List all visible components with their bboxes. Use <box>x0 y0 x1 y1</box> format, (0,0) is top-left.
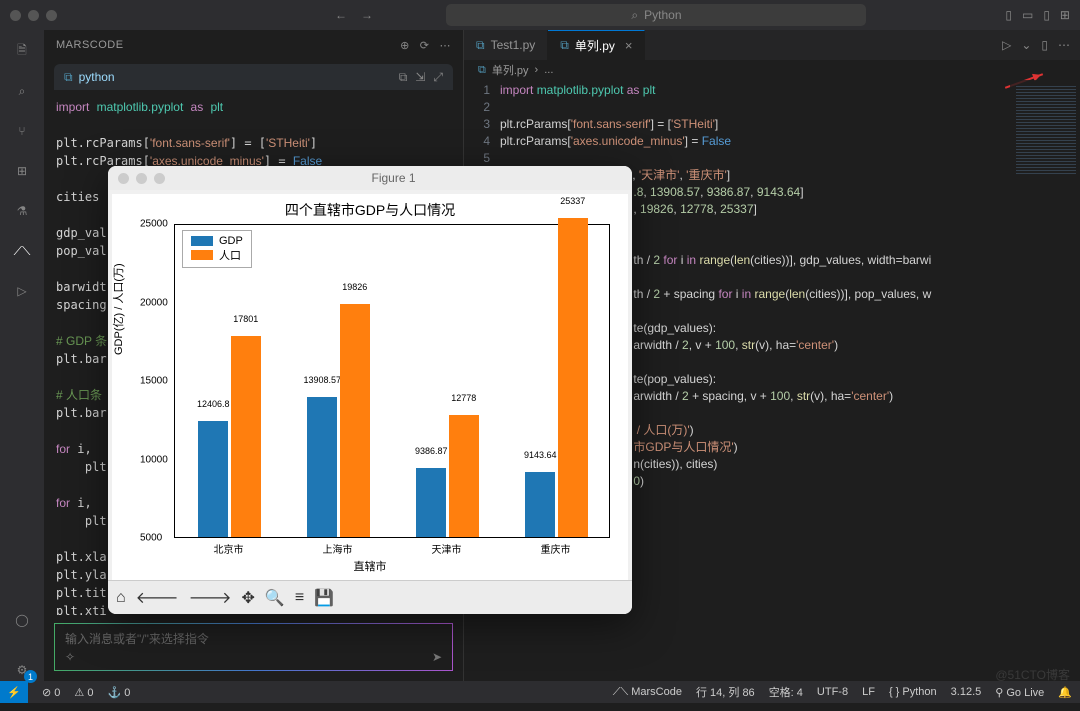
minimap[interactable] <box>1010 80 1080 681</box>
mpl-configure-icon[interactable]: ≡ <box>295 589 304 607</box>
layout-grid-icon[interactable]: ⊞ <box>1060 8 1070 22</box>
status-encoding[interactable]: UTF-8 <box>817 686 848 698</box>
matplotlib-toolbar: ⌂ 🡐 🡒 ✥ 🔍 ≡ 💾 <box>108 580 632 614</box>
x-axis-label: 直辖市 <box>112 558 628 574</box>
status-python[interactable]: 3.12.5 <box>951 686 982 698</box>
insert-icon[interactable]: ⇲ <box>415 70 425 85</box>
status-golive[interactable]: ⚲ Go Live <box>995 686 1044 699</box>
titlebar: ← → ⌕ Python ▯ ▭ ▯ ⊞ <box>0 0 1080 30</box>
python-icon: ⧉ <box>64 70 73 85</box>
add-icon[interactable]: ⊕ <box>400 39 410 52</box>
marscode-header: MARSCODE ⊕ ⟳ ⋯ <box>44 30 463 60</box>
marscode-title: MARSCODE <box>56 39 124 51</box>
status-marscode[interactable]: ⟋⟍ MarsCode <box>613 686 682 699</box>
python-icon: ⧉ <box>560 38 569 53</box>
status-warnings[interactable]: ⚠ 0 <box>74 686 93 699</box>
mpl-home-icon[interactable]: ⌂ <box>116 589 126 607</box>
tab-test1[interactable]: ⧉ Test1.py <box>464 30 548 60</box>
mpl-back-icon[interactable]: 🡐 <box>136 587 179 608</box>
status-cursor[interactable]: 行 14, 列 86 <box>696 684 755 700</box>
source-control-icon[interactable]: ⑂ <box>11 120 33 142</box>
python-icon: ⧉ <box>476 38 485 53</box>
figure-window-controls[interactable] <box>118 173 165 184</box>
more-icon[interactable]: ⋯ <box>440 39 452 52</box>
mpl-zoom-icon[interactable]: 🔍 <box>265 588 285 608</box>
chart-legend: GDP 人口 <box>182 230 252 268</box>
status-eol[interactable]: LF <box>862 686 875 698</box>
testing-icon[interactable]: ⚗ <box>11 200 33 222</box>
activity-bar: 🗎 ⌕ ⑂ ⊞ ⚗ ⟋⟍ ▷ ◯ ⚙ <box>0 30 44 681</box>
refresh-icon[interactable]: ⟳ <box>420 39 430 52</box>
plot-area: 四个直辖市GDP与人口情况 GDP(亿) / 人口(万) 12406.81780… <box>112 194 628 580</box>
account-icon[interactable]: ◯ <box>11 609 33 631</box>
split-icon[interactable]: ▯ <box>1041 38 1048 52</box>
python-tab-label: python <box>79 70 115 84</box>
run-debug-icon[interactable]: ▷ <box>11 280 33 302</box>
crumb-file[interactable]: 单列.py <box>492 62 529 78</box>
chevron-down-icon[interactable]: ⌄ <box>1021 38 1031 52</box>
editor-tabs: ⧉ Test1.py ⧉ 单列.py × ▷ ⌄ ▯ ⋯ <box>464 30 1080 60</box>
window-controls[interactable] <box>10 10 57 21</box>
tab-label: Test1.py <box>491 38 536 52</box>
status-spaces[interactable]: 空格: 4 <box>769 684 803 700</box>
chat-input[interactable]: 输入消息或者"/"来选择指令 ✧ ➤ <box>54 623 453 671</box>
expand-icon[interactable]: ⤢ <box>433 70 443 85</box>
back-icon[interactable]: ← <box>335 8 347 22</box>
command-search[interactable]: ⌕ Python <box>446 4 866 26</box>
chart-axes: 12406.81780113908.57198269386.8712778914… <box>174 224 610 538</box>
run-icon[interactable]: ▷ <box>1002 38 1011 52</box>
status-ports[interactable]: ⚓ 0 <box>107 686 130 699</box>
status-bar: ⚡ ⊘ 0 ⚠ 0 ⚓ 0 ⟋⟍ MarsCode 行 14, 列 86 空格:… <box>0 681 1080 703</box>
y-axis-label: GDP(亿) / 人口(万) <box>110 263 126 355</box>
mpl-pan-icon[interactable]: ✥ <box>241 588 254 608</box>
figure-titlebar[interactable]: Figure 1 <box>108 166 632 190</box>
search-placeholder: Python <box>644 8 681 22</box>
search-activity-icon[interactable]: ⌕ <box>11 80 33 102</box>
python-snippet-tab[interactable]: ⧉ python ⧉ ⇲ ⤢ <box>54 64 453 90</box>
mpl-save-icon[interactable]: 💾 <box>314 588 334 608</box>
forward-icon[interactable]: → <box>361 8 373 22</box>
mpl-forward-icon[interactable]: 🡒 <box>189 587 232 608</box>
figure-window-title: Figure 1 <box>165 171 622 185</box>
loading-icon: ✧ <box>65 650 75 664</box>
layout-primary-icon[interactable]: ▯ <box>1005 8 1012 22</box>
status-bell-icon[interactable]: 🔔 <box>1058 686 1072 699</box>
send-icon[interactable]: ➤ <box>432 650 442 664</box>
python-icon: ⧉ <box>478 64 486 77</box>
chart-title: 四个直辖市GDP与人口情况 <box>112 194 628 220</box>
nav-arrows[interactable]: ← → <box>335 8 373 22</box>
layout-secondary-icon[interactable]: ▯ <box>1043 8 1050 22</box>
layout-panel-icon[interactable]: ▭ <box>1022 8 1033 22</box>
chevron-right-icon: › <box>535 64 539 76</box>
status-lang[interactable]: { } Python <box>889 686 937 698</box>
tab-danlie[interactable]: ⧉ 单列.py × <box>548 30 645 60</box>
search-icon: ⌕ <box>631 8 638 23</box>
legend-gdp: GDP <box>219 235 243 247</box>
settings-icon[interactable]: ⚙ <box>11 659 33 681</box>
tab-label: 单列.py <box>575 37 615 54</box>
status-errors[interactable]: ⊘ 0 <box>42 686 60 699</box>
matplotlib-figure-window[interactable]: Figure 1 四个直辖市GDP与人口情况 GDP(亿) / 人口(万) 12… <box>108 166 632 614</box>
watermark: @51CTO博客 <box>995 666 1070 683</box>
more-icon[interactable]: ⋯ <box>1058 38 1070 52</box>
copy-icon[interactable]: ⧉ <box>399 70 408 85</box>
crumb-more[interactable]: ... <box>544 64 553 76</box>
explorer-icon[interactable]: 🗎 <box>11 40 33 62</box>
breadcrumb[interactable]: ⧉ 单列.py › ... <box>464 60 1080 80</box>
remote-icon[interactable]: ⚡ <box>0 681 28 703</box>
close-icon[interactable]: × <box>625 38 633 53</box>
extensions-icon[interactable]: ⊞ <box>11 160 33 182</box>
marscode-icon[interactable]: ⟋⟍ <box>11 240 33 262</box>
chat-placeholder: 输入消息或者"/"来选择指令 <box>65 630 442 647</box>
legend-pop: 人口 <box>219 247 241 263</box>
